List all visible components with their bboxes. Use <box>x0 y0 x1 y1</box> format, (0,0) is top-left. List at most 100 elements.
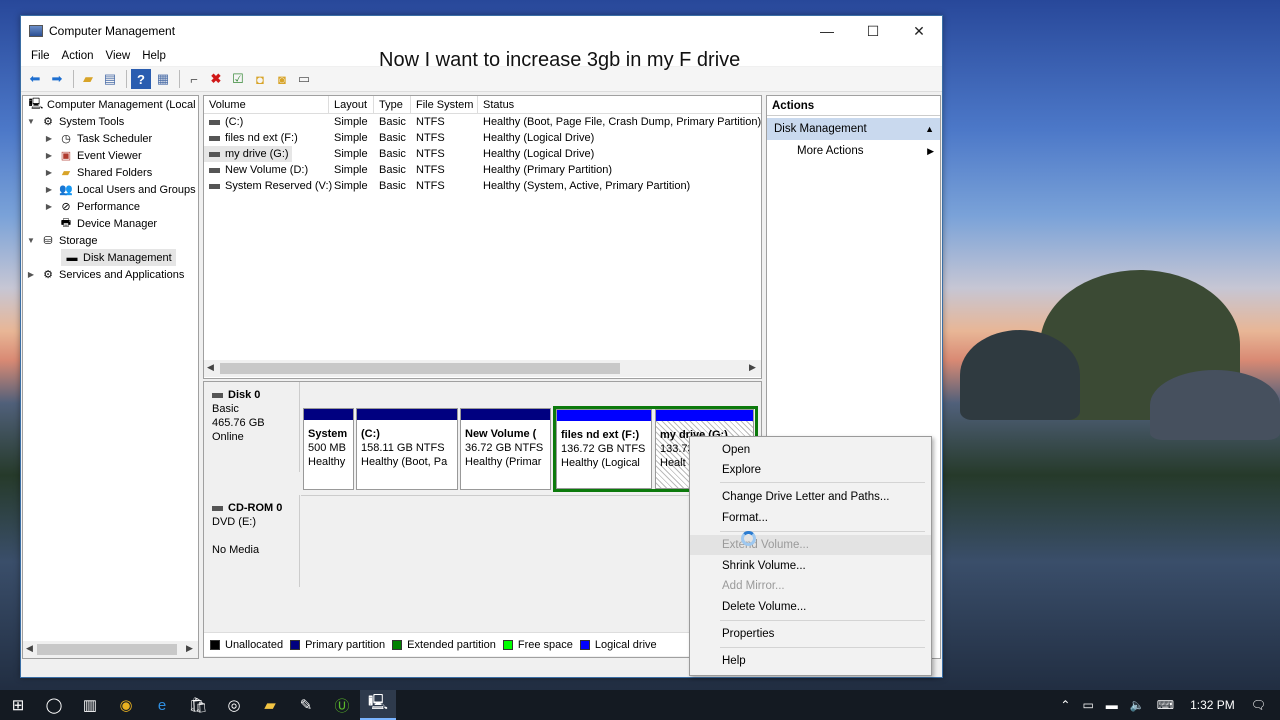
paint-icon[interactable]: ✎ <box>288 690 324 720</box>
scroll-thumb[interactable] <box>37 644 177 655</box>
menu-view[interactable]: View <box>100 50 137 62</box>
battery-icon[interactable]: ▬ <box>1106 698 1118 712</box>
tree-item-local-users[interactable]: ▶ 👥 Local Users and Groups <box>43 181 196 198</box>
file-explorer-icon[interactable]: ▰ <box>252 690 288 720</box>
table-row[interactable]: (C:) Simple Basic NTFS Healthy (Boot, Pa… <box>204 114 761 130</box>
maximize-button[interactable]: ☐ <box>850 16 896 46</box>
network-icon[interactable]: ▭ <box>1082 698 1093 712</box>
more-actions[interactable]: More Actions ▶ <box>767 141 940 161</box>
chevron-right-icon[interactable]: ▶ <box>43 168 55 177</box>
menu-item-change-drive-letter[interactable]: Change Drive Letter and Paths... <box>690 487 931 507</box>
collapse-up-icon[interactable]: ▲ <box>925 118 934 140</box>
task-view-icon[interactable]: ▥ <box>72 690 108 720</box>
store-icon[interactable]: 🛍 <box>180 690 216 720</box>
forward-icon[interactable]: ➡ <box>47 69 67 89</box>
chevron-down-icon[interactable]: ▼ <box>25 236 37 245</box>
computer-management-taskbar-icon[interactable]: 🖳 <box>360 690 396 720</box>
table-row[interactable]: my drive (G:) Simple Basic NTFS Healthy … <box>204 146 761 162</box>
properties-icon[interactable]: ▦ <box>153 69 173 89</box>
chrome-icon[interactable]: ◉ <box>108 690 144 720</box>
clock[interactable]: 1:32 PM <box>1190 698 1235 712</box>
volume-icon[interactable]: 🔈 <box>1130 698 1145 712</box>
disk-0-label[interactable]: Disk 0 Basic 465.76 GB Online <box>204 382 300 472</box>
menu-action[interactable]: Action <box>56 50 100 62</box>
search-circle-icon[interactable]: ◯ <box>36 690 72 720</box>
column-header-type[interactable]: Type <box>374 96 411 114</box>
scroll-left-icon[interactable]: ◀ <box>207 362 214 373</box>
keyboard-icon[interactable]: ⌨ <box>1157 698 1174 712</box>
chevron-up-icon[interactable]: ⌃ <box>1060 698 1070 712</box>
menu-item-delete-volume[interactable]: Delete Volume... <box>690 597 931 617</box>
chevron-right-icon[interactable]: ▶ <box>43 202 55 211</box>
tree-item-shared-folders[interactable]: ▶ ▰ Shared Folders <box>43 164 152 181</box>
chevron-right-icon[interactable]: ▶ <box>43 151 55 160</box>
tree-item-task-scheduler[interactable]: ▶ ◷ Task Scheduler <box>43 130 152 147</box>
menu-file[interactable]: File <box>25 50 56 62</box>
column-header-volume[interactable]: Volume <box>204 96 329 114</box>
scroll-right-icon[interactable]: ▶ <box>186 643 193 654</box>
cell-status: Healthy (System, Active, Primary Partiti… <box>483 180 691 192</box>
cell-type: Basic <box>379 180 406 192</box>
connect-icon[interactable]: ⌐ <box>184 69 204 89</box>
menu-item-properties[interactable]: Properties <box>690 624 931 644</box>
edge-icon[interactable]: e <box>144 690 180 720</box>
tree-item-disk-management[interactable]: ▬ Disk Management <box>61 249 176 266</box>
checklist-icon[interactable]: ☑ <box>228 69 248 89</box>
menu-separator <box>720 482 925 483</box>
close-button[interactable]: ✕ <box>896 16 942 46</box>
partition-c[interactable]: (C:) 158.11 GB NTFS Healthy (Boot, Pa <box>356 408 458 490</box>
export-icon[interactable]: ◘ <box>250 69 270 89</box>
shared-folder-icon: ▰ <box>61 167 71 179</box>
menu-help[interactable]: Help <box>136 50 172 62</box>
actions-disk-management[interactable]: Disk Management ▲ <box>767 118 940 140</box>
start-windows-icon[interactable]: ⊞ <box>0 690 36 720</box>
menu-item-help[interactable]: Help <box>690 651 931 671</box>
tree-item-device-manager[interactable]: 🖶 Device Manager <box>55 215 157 232</box>
view-icon[interactable]: ▭ <box>294 69 314 89</box>
help-icon[interactable]: ? <box>131 69 151 89</box>
column-header-layout[interactable]: Layout <box>329 96 374 114</box>
table-row[interactable]: System Reserved (V:) Simple Basic NTFS H… <box>204 178 761 194</box>
partition-system[interactable]: System 500 MB Healthy <box>303 408 354 490</box>
folder-options-icon[interactable]: ◙ <box>272 69 292 89</box>
column-header-status[interactable]: Status <box>478 96 761 114</box>
delete-icon[interactable]: ✖ <box>206 69 226 89</box>
media-icon[interactable]: ◎ <box>216 690 252 720</box>
scroll-right-icon[interactable]: ▶ <box>749 362 756 373</box>
table-row[interactable]: New Volume (D:) Simple Basic NTFS Health… <box>204 162 761 178</box>
menu-item-open[interactable]: Open <box>690 440 931 460</box>
column-header-file-system[interactable]: File System <box>411 96 478 114</box>
utorrent-icon[interactable]: Ⓤ <box>324 690 360 720</box>
menu-item-extend-volume[interactable]: Extend Volume... <box>690 535 931 555</box>
console-tree-icon[interactable]: ▤ <box>100 69 120 89</box>
chevron-right-icon[interactable]: ▶ <box>25 270 37 279</box>
chevron-right-icon[interactable]: ▶ <box>43 185 55 194</box>
menu-item-shrink-volume[interactable]: Shrink Volume... <box>690 556 931 576</box>
scroll-thumb[interactable] <box>220 363 620 374</box>
scroll-left-icon[interactable]: ◀ <box>26 643 33 654</box>
tree-item-services[interactable]: ▶ ⚙ Services and Applications <box>25 266 184 283</box>
menu-item-explore[interactable]: Explore <box>690 460 931 480</box>
chevron-down-icon[interactable]: ▼ <box>25 117 37 126</box>
partition-size: 158.11 GB NTFS <box>361 442 445 454</box>
back-icon[interactable]: ⬅ <box>25 69 45 89</box>
partition-new-volume[interactable]: New Volume (36.72 GB NTFS Healthy (Primar <box>460 408 551 490</box>
tree-item-root[interactable]: 🖳 Computer Management (Local <box>25 96 196 113</box>
chevron-right-icon[interactable]: ▶ <box>43 134 55 143</box>
tree-item-event-viewer[interactable]: ▶ ▣ Event Viewer <box>43 147 142 164</box>
volume-list-horizontal-scrollbar[interactable]: ◀ ▶ <box>204 360 761 377</box>
tree-horizontal-scrollbar[interactable]: ◀ ▶ <box>23 641 198 658</box>
partition-f[interactable]: files nd ext (F:) 136.72 GB NTFS Healthy (… <box>556 409 652 489</box>
cdrom-0-label[interactable]: CD-ROM 0 DVD (E:) No Media <box>204 495 300 587</box>
tree-item-system-tools[interactable]: ▼ ⚙ System Tools <box>25 113 124 130</box>
title-bar[interactable]: Computer Management — ☐ ✕ <box>21 16 942 46</box>
minimize-button[interactable]: — <box>804 16 850 46</box>
tree-item-performance[interactable]: ▶ ⊘ Performance <box>43 198 140 215</box>
table-row[interactable]: files nd ext (F:) Simple Basic NTFS Heal… <box>204 130 761 146</box>
menu-item-format[interactable]: Format... <box>690 508 931 528</box>
cell-status: Healthy (Logical Drive) <box>483 132 595 144</box>
notification-icon[interactable]: 🗨 <box>1251 698 1266 712</box>
menu-item-add-mirror[interactable]: Add Mirror... <box>690 576 931 596</box>
up-folder-icon[interactable]: ▰ <box>78 69 98 89</box>
tree-item-storage[interactable]: ▼ ⛁ Storage <box>25 232 98 249</box>
